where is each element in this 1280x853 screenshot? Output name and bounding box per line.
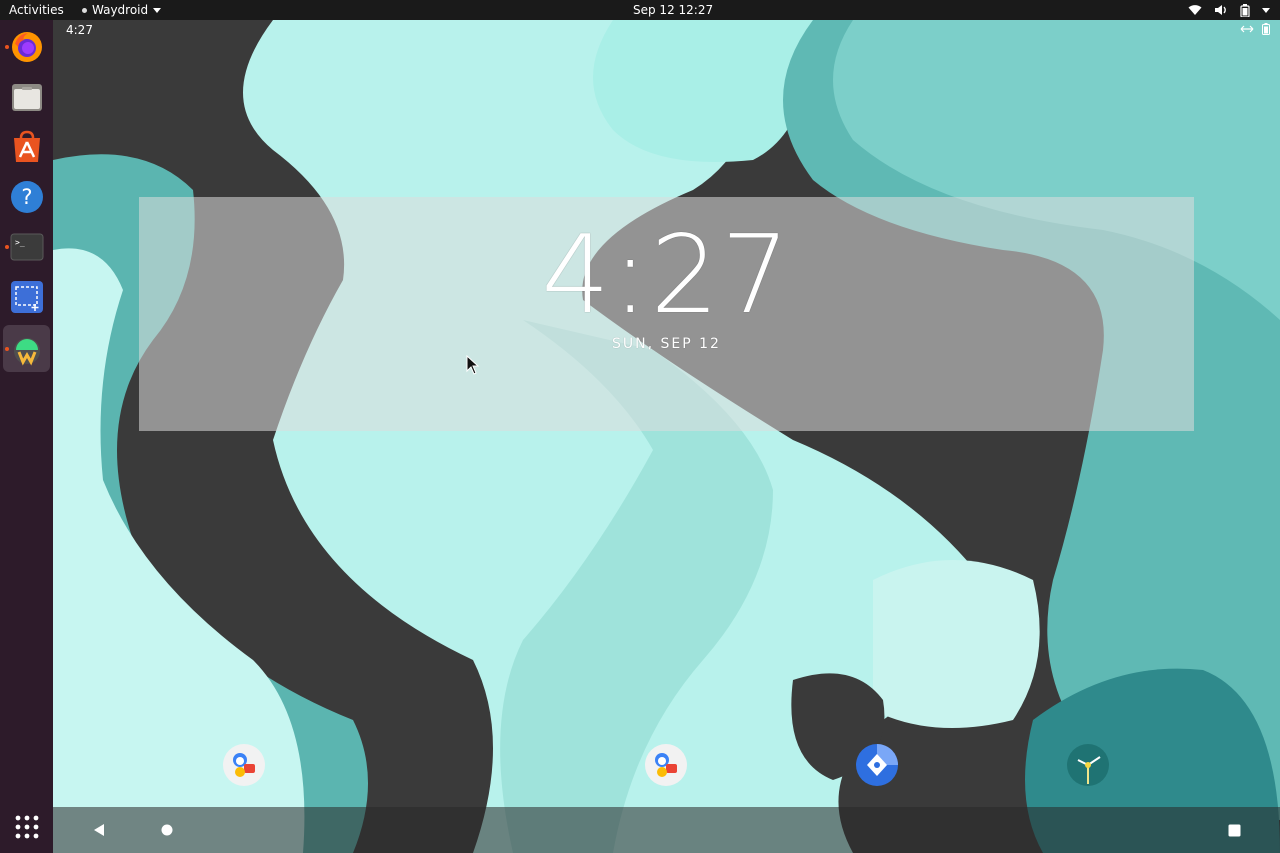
dock-item-waydroid[interactable] <box>3 325 50 372</box>
software-icon <box>13 130 40 162</box>
app-menu[interactable]: Waydroid <box>82 3 162 17</box>
mouse-cursor-icon <box>466 355 480 375</box>
dock-item-firefox[interactable] <box>3 23 50 70</box>
svg-text:>_: >_ <box>15 238 25 247</box>
back-button[interactable] <box>84 815 114 845</box>
recents-icon <box>1228 824 1240 836</box>
running-indicator <box>5 245 9 249</box>
help-icon: ? <box>10 180 43 213</box>
messaging-icon <box>233 753 255 777</box>
show-applications-button[interactable] <box>0 807 53 847</box>
home-icon <box>161 824 173 836</box>
hotseat-clock[interactable] <box>1067 744 1109 786</box>
waydroid-icon <box>13 337 40 365</box>
navigation-icon <box>867 744 898 776</box>
svg-text:?: ? <box>21 185 32 209</box>
waydroid-window: 4:27 4:27 SUN, SEP 12 <box>53 20 1280 853</box>
data-sync-icon <box>1240 25 1254 33</box>
dock-item-help[interactable]: ? <box>3 173 50 220</box>
firefox-icon <box>11 31 42 62</box>
status-time: 4:27 <box>66 23 93 37</box>
back-icon <box>94 824 104 836</box>
wallpaper <box>53 20 1280 853</box>
hotseat-messaging-1[interactable] <box>223 744 265 786</box>
clock-widget[interactable]: 4:27 SUN, SEP 12 <box>139 197 1194 431</box>
app-grid-icon <box>15 815 38 839</box>
home-button[interactable] <box>152 815 182 845</box>
terminal-icon: >_ <box>10 233 43 260</box>
battery-icon <box>1240 3 1250 17</box>
volume-icon <box>1215 5 1226 15</box>
gnome-top-bar: Activities Waydroid Sep 12 12:27 <box>0 0 1280 20</box>
clock-date: SUN, SEP 12 <box>612 336 721 352</box>
app-menu-icon <box>82 7 87 13</box>
dock: ? >_ <box>0 20 53 853</box>
android-nav-bar <box>53 807 1280 853</box>
system-menu[interactable] <box>1188 2 1270 18</box>
messaging-icon <box>655 753 677 777</box>
running-indicator <box>5 45 9 49</box>
dock-item-screenshot[interactable] <box>3 273 50 320</box>
clock-time: 4:27 <box>541 213 792 338</box>
recents-button[interactable] <box>1219 815 1249 845</box>
wifi-icon <box>1188 5 1202 15</box>
date-time[interactable]: Sep 12 12:27 <box>633 3 713 17</box>
dock-item-files[interactable] <box>3 73 50 120</box>
clock-icon <box>1077 756 1101 784</box>
chevron-down-icon <box>153 7 162 13</box>
system-menu-caret <box>1262 7 1270 13</box>
files-icon <box>11 83 42 111</box>
app-menu-label: Waydroid <box>92 3 149 17</box>
screenshot-icon <box>10 280 43 313</box>
android-status-bar: 4:27 <box>53 20 1280 42</box>
battery-icon <box>1262 23 1270 35</box>
dock-item-ubuntu-software[interactable] <box>3 123 50 170</box>
dock-item-terminal[interactable]: >_ <box>3 223 50 270</box>
running-indicator <box>5 347 9 351</box>
activities-button[interactable]: Activities <box>9 3 64 17</box>
hotseat-navigation[interactable] <box>856 744 898 786</box>
hotseat-messaging-2[interactable] <box>645 744 687 786</box>
